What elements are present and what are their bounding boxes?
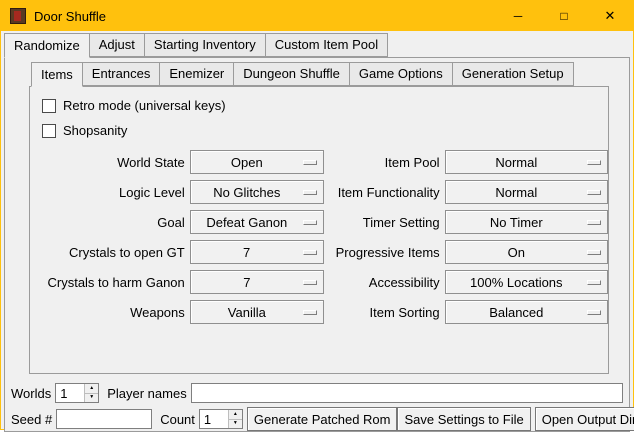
spin-buttons: ▲ ▼ <box>228 410 242 428</box>
timer-setting-dropdown[interactable]: No Timer <box>445 210 608 234</box>
tab-enemizer[interactable]: Enemizer <box>159 62 234 86</box>
item-pool-label: Item Pool <box>336 155 440 170</box>
crystals-harm-ganon-label: Crystals to harm Ganon <box>38 275 185 290</box>
count-label: Count <box>160 412 195 427</box>
settings-row: Weapons Vanilla Item Sorting Balanced <box>38 297 608 327</box>
crystals-open-gt-label: Crystals to open GT <box>38 245 185 260</box>
spin-down-icon: ▼ <box>233 421 238 426</box>
weapons-label: Weapons <box>38 305 185 320</box>
seed-label: Seed # <box>11 412 52 427</box>
dropdown-indicator-icon <box>303 160 317 165</box>
checkbox-icon[interactable] <box>42 99 56 113</box>
app-icon <box>10 8 26 24</box>
dropdown-indicator-icon <box>303 280 317 285</box>
dropdown-indicator-icon <box>587 280 601 285</box>
close-button[interactable]: ✕ <box>587 1 633 31</box>
worlds-input[interactable] <box>56 384 84 402</box>
dropdown-indicator-icon <box>587 220 601 225</box>
count-spin-up-button[interactable]: ▲ <box>229 410 242 420</box>
timer-setting-label: Timer Setting <box>336 215 440 230</box>
tab-generation-setup[interactable]: Generation Setup <box>452 62 574 86</box>
dropdown-indicator-icon <box>303 310 317 315</box>
accessibility-label: Accessibility <box>336 275 440 290</box>
progressive-items-dropdown[interactable]: On <box>445 240 608 264</box>
spin-down-icon: ▼ <box>89 395 94 400</box>
count-spinbox[interactable]: ▲ ▼ <box>199 409 243 429</box>
checkbox-icon[interactable] <box>42 124 56 138</box>
randomize-panel: Items Entrances Enemizer Dungeon Shuffle… <box>4 57 630 432</box>
minimize-button[interactable]: ─ <box>495 1 541 31</box>
dropdown-indicator-icon <box>587 190 601 195</box>
worlds-label: Worlds <box>11 386 51 401</box>
titlebar: Door Shuffle ─ □ ✕ <box>1 1 633 31</box>
item-sorting-dropdown[interactable]: Balanced <box>445 300 608 324</box>
dropdown-indicator-icon <box>587 250 601 255</box>
window-title: Door Shuffle <box>34 9 495 24</box>
shopsanity-checkbox[interactable]: Shopsanity <box>42 118 608 143</box>
goal-dropdown[interactable]: Defeat Ganon <box>190 210 324 234</box>
tab-starting-inventory[interactable]: Starting Inventory <box>144 33 266 57</box>
maximize-button[interactable]: □ <box>541 1 587 31</box>
settings-grid: World State Open Item Pool Normal Logic … <box>38 147 608 327</box>
tab-items[interactable]: Items <box>31 62 83 87</box>
open-output-directory-button[interactable]: Open Output Directory <box>535 407 634 431</box>
tab-dungeon-shuffle[interactable]: Dungeon Shuffle <box>233 62 350 86</box>
item-pool-dropdown[interactable]: Normal <box>445 150 608 174</box>
main-tabbar: Randomize Adjust Starting Inventory Cust… <box>4 33 633 57</box>
count-spin-down-button[interactable]: ▼ <box>229 420 242 429</box>
settings-row: World State Open Item Pool Normal <box>38 147 608 177</box>
settings-row: Goal Defeat Ganon Timer Setting No Timer <box>38 207 608 237</box>
worlds-spin-down-button[interactable]: ▼ <box>85 394 98 403</box>
accessibility-dropdown[interactable]: 100% Locations <box>445 270 608 294</box>
spin-up-icon: ▲ <box>233 412 238 417</box>
tab-game-options[interactable]: Game Options <box>349 62 453 86</box>
worlds-spin-up-button[interactable]: ▲ <box>85 384 98 394</box>
settings-row: Crystals to open GT 7 Progressive Items … <box>38 237 608 267</box>
dropdown-indicator-icon <box>303 190 317 195</box>
world-state-dropdown[interactable]: Open <box>190 150 324 174</box>
items-panel: Retro mode (universal keys) Shopsanity W… <box>29 86 609 374</box>
minimize-icon: ─ <box>514 9 523 23</box>
worlds-row: Worlds ▲ ▼ Player names <box>11 381 623 405</box>
dropdown-indicator-icon <box>587 310 601 315</box>
tab-adjust[interactable]: Adjust <box>89 33 145 57</box>
player-names-input[interactable] <box>191 383 623 403</box>
shopsanity-label: Shopsanity <box>63 123 127 138</box>
count-input[interactable] <box>200 410 228 428</box>
item-functionality-label: Item Functionality <box>336 185 440 200</box>
retro-mode-label: Retro mode (universal keys) <box>63 98 226 113</box>
seed-input[interactable] <box>56 409 152 429</box>
settings-row: Logic Level No Glitches Item Functionali… <box>38 177 608 207</box>
randomize-sub-tabbar: Items Entrances Enemizer Dungeon Shuffle… <box>31 62 629 86</box>
progressive-items-label: Progressive Items <box>336 245 440 260</box>
weapons-dropdown[interactable]: Vanilla <box>190 300 324 324</box>
logic-level-dropdown[interactable]: No Glitches <box>190 180 324 204</box>
player-names-label: Player names <box>107 386 186 401</box>
world-state-label: World State <box>38 155 185 170</box>
spin-buttons: ▲ ▼ <box>84 384 98 402</box>
maximize-icon: □ <box>560 9 567 23</box>
item-functionality-dropdown[interactable]: Normal <box>445 180 608 204</box>
close-icon: ✕ <box>605 8 616 24</box>
item-sorting-label: Item Sorting <box>336 305 440 320</box>
retro-mode-checkbox[interactable]: Retro mode (universal keys) <box>42 93 608 118</box>
dropdown-indicator-icon <box>303 220 317 225</box>
spin-up-icon: ▲ <box>89 386 94 391</box>
tab-entrances[interactable]: Entrances <box>82 62 161 86</box>
dropdown-indicator-icon <box>587 160 601 165</box>
logic-level-label: Logic Level <box>38 185 185 200</box>
app-window: Door Shuffle ─ □ ✕ Randomize Adjust Star… <box>0 0 634 430</box>
dropdown-indicator-icon <box>303 250 317 255</box>
crystals-open-gt-dropdown[interactable]: 7 <box>190 240 324 264</box>
settings-row: Crystals to harm Ganon 7 Accessibility 1… <box>38 267 608 297</box>
generate-patched-rom-button[interactable]: Generate Patched Rom <box>247 407 398 431</box>
crystals-harm-ganon-dropdown[interactable]: 7 <box>190 270 324 294</box>
goal-label: Goal <box>38 215 185 230</box>
worlds-spinbox[interactable]: ▲ ▼ <box>55 383 99 403</box>
tab-custom-item-pool[interactable]: Custom Item Pool <box>265 33 388 57</box>
tab-randomize[interactable]: Randomize <box>4 33 90 58</box>
seed-row: Seed # Count ▲ ▼ Generate Patched Rom Sa… <box>11 407 623 431</box>
save-settings-button[interactable]: Save Settings to File <box>397 407 530 431</box>
